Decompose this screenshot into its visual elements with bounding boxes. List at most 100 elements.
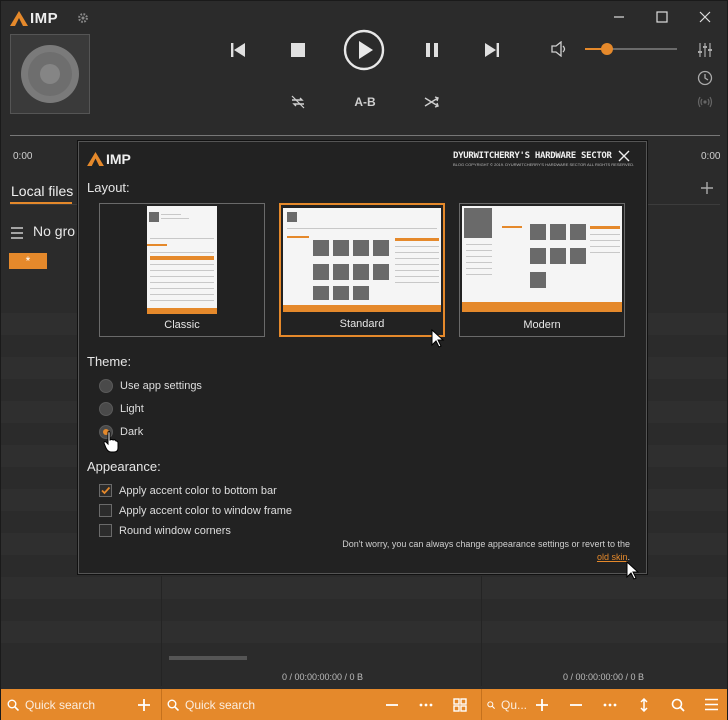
horizontal-scrollbar[interactable]	[169, 656, 247, 660]
revert-note: Don't worry, you can always change appea…	[330, 538, 630, 564]
theme-option-app-settings[interactable]: Use app settings	[99, 379, 202, 393]
theme-option-label: Dark	[120, 426, 144, 438]
remove-tracks-button[interactable]	[567, 696, 584, 713]
minimize-icon	[614, 16, 624, 18]
search-icon	[167, 699, 179, 711]
theme-option-label: Use app settings	[120, 380, 202, 392]
shuffle-button[interactable]	[422, 93, 442, 111]
option-accent-bottom-bar[interactable]: Apply accent color to bottom bar	[99, 484, 277, 497]
layout-option-standard[interactable]: Standard	[279, 203, 445, 337]
radio-button[interactable]	[99, 379, 113, 393]
more-dots-icon	[419, 703, 432, 706]
checkbox[interactable]	[99, 524, 112, 537]
stop-button[interactable]	[287, 39, 309, 61]
option-round-corners[interactable]: Round window corners	[99, 524, 231, 537]
main-menu-button[interactable]	[703, 696, 720, 713]
minimize-button[interactable]	[609, 7, 629, 27]
clock-icon	[697, 70, 713, 86]
dialog-logo-text: IMP	[106, 151, 131, 167]
group-menu-button[interactable]	[10, 226, 24, 239]
minus-icon	[569, 703, 582, 706]
aimp-logo-icon	[10, 10, 28, 26]
appearance-dialog: IMP DYURWITCHERRY'S HARDWARE SECTOR BLOG…	[78, 141, 647, 574]
mouse-pointer-icon	[431, 329, 445, 348]
scheduler-button[interactable]	[697, 70, 715, 88]
add-files-button[interactable]	[135, 696, 152, 713]
quick-search-3[interactable]: Qu...	[487, 689, 527, 720]
classic-preview-image	[147, 206, 217, 314]
quick-search-2-placeholder: Quick search	[185, 697, 256, 712]
checkbox-label: Round window corners	[119, 524, 231, 537]
close-icon	[699, 11, 711, 23]
search-icon	[671, 698, 685, 712]
bottom-divider	[161, 689, 162, 720]
shuffle-icon	[424, 96, 439, 108]
layout-option-classic-label: Classic	[164, 319, 200, 331]
layout-option-classic[interactable]: Classic	[99, 203, 265, 337]
bottom-bar: Quick search Quick search Qu...	[1, 689, 727, 720]
sort-arrows-icon	[639, 697, 648, 712]
sort-button[interactable]	[635, 696, 652, 713]
view-grid-button[interactable]	[451, 696, 468, 713]
modern-preview-image	[462, 206, 622, 312]
mouse-pointer-icon	[626, 561, 640, 580]
checkbox-checked[interactable]	[99, 484, 112, 497]
volume-slider-handle[interactable]	[601, 43, 614, 55]
previous-icon	[231, 43, 245, 57]
add-tab-button[interactable]	[700, 181, 716, 197]
equalizer-button[interactable]	[697, 42, 715, 60]
menu-icon	[705, 698, 718, 711]
brand-copyright: BLOG COPYRIGHT © 2019. DYURWITCHERRY'S H…	[453, 162, 635, 167]
remove-button[interactable]	[383, 696, 400, 713]
brand-title: DYURWITCHERRY'S HARDWARE SECTOR	[453, 151, 612, 161]
main-window: IMP A-B 0:00 0:00 Local files No gro * 0…	[0, 0, 728, 720]
play-button[interactable]	[343, 29, 385, 71]
maximize-icon	[656, 11, 668, 23]
time-total: 0:00	[701, 151, 721, 162]
next-icon	[485, 43, 499, 57]
volume-button[interactable]	[549, 40, 569, 58]
option-accent-window-frame[interactable]: Apply accent color to window frame	[99, 504, 292, 517]
watermark-brand: DYURWITCHERRY'S HARDWARE SECTOR BLOG COP…	[453, 151, 635, 167]
play-icon	[343, 29, 385, 71]
quick-search-3-placeholder: Qu...	[500, 697, 527, 712]
layout-heading: Layout:	[87, 180, 130, 195]
quick-search-1-placeholder: Quick search	[25, 697, 96, 712]
checkbox[interactable]	[99, 504, 112, 517]
layout-option-modern-label: Modern	[523, 319, 561, 331]
revert-note-text: Don't worry, you can always change appea…	[342, 539, 630, 549]
close-window-button[interactable]	[695, 7, 715, 27]
column-divider	[481, 576, 482, 686]
previous-track-button[interactable]	[227, 39, 249, 61]
dialog-close-button[interactable]	[617, 149, 633, 165]
checkmark-icon	[101, 486, 111, 495]
next-track-button[interactable]	[481, 39, 503, 61]
list-row-stripe	[1, 621, 727, 643]
quick-search-2[interactable]: Quick search	[167, 689, 347, 720]
app-logo: IMP	[10, 9, 58, 27]
equalizer-icon	[698, 43, 712, 57]
playlist-more-button[interactable]	[601, 696, 618, 713]
maximize-button[interactable]	[652, 7, 672, 27]
quick-search-1[interactable]: Quick search	[7, 689, 127, 720]
layout-option-modern[interactable]: Modern	[459, 203, 625, 337]
playlist-stats-right: 0 / 00:00:00:00 / 0 B	[563, 672, 645, 682]
bottom-divider	[481, 689, 482, 720]
seek-bar[interactable]	[10, 135, 720, 136]
checkbox-label: Apply accent color to bottom bar	[119, 484, 277, 497]
settings-gear-icon[interactable]	[77, 11, 91, 25]
radio-button[interactable]	[99, 402, 113, 416]
repeat-button[interactable]	[288, 93, 308, 111]
radio-waves-icon	[697, 96, 713, 108]
more-options-button[interactable]	[417, 696, 434, 713]
search-button[interactable]	[669, 696, 686, 713]
old-skin-link[interactable]: old skin	[597, 552, 628, 562]
broadcast-button[interactable]	[697, 94, 715, 112]
stop-icon	[291, 43, 305, 57]
ab-repeat-button[interactable]: A-B	[353, 94, 377, 110]
filter-all-chip[interactable]: *	[9, 253, 47, 269]
tab-local-files[interactable]: Local files	[11, 183, 73, 199]
add-tracks-button[interactable]	[533, 696, 550, 713]
pause-button[interactable]	[421, 39, 443, 61]
theme-option-light[interactable]: Light	[99, 402, 144, 416]
